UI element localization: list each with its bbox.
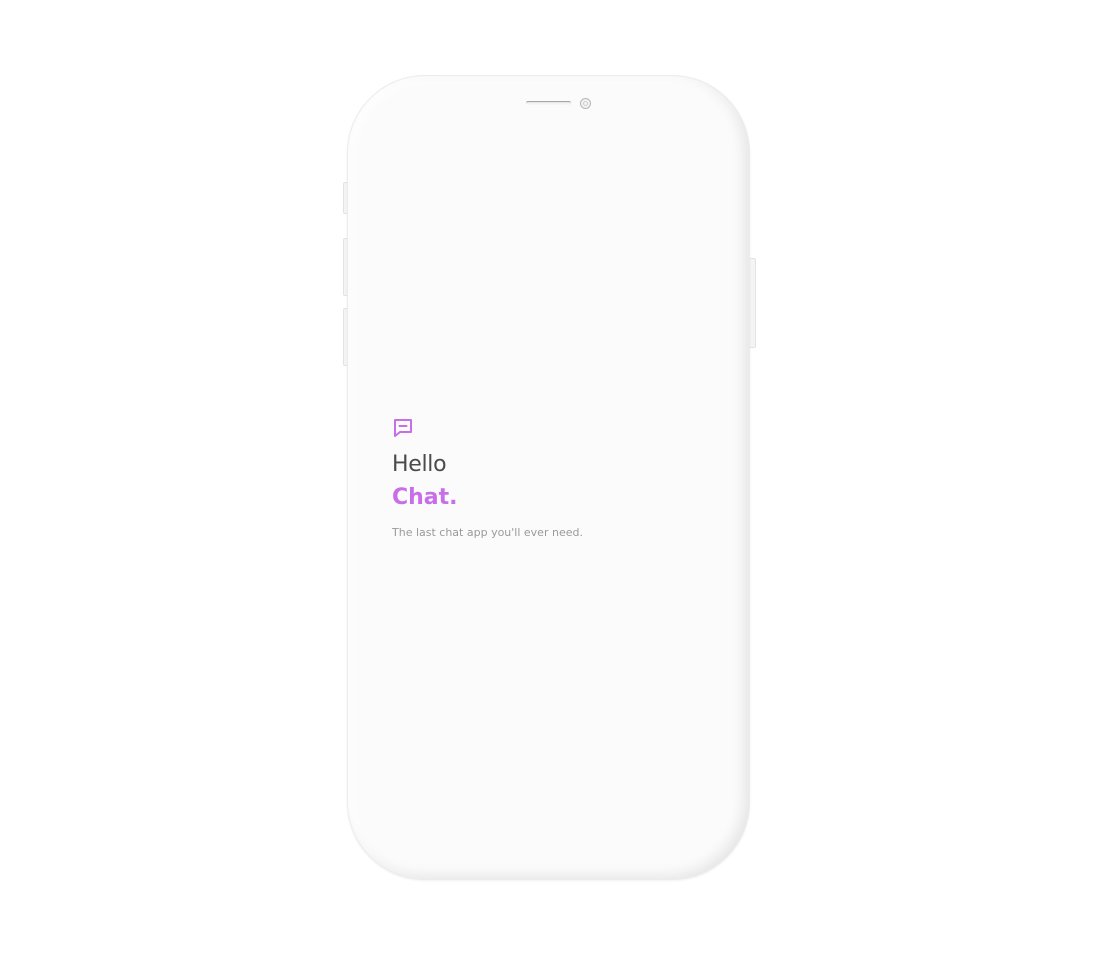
- greeting-heading: Hello: [392, 452, 447, 477]
- mockup-stage: Hello Chat. The last chat app you'll eve…: [0, 0, 1097, 955]
- app-name-heading: Chat.: [392, 485, 458, 510]
- phone-frame: Hello Chat. The last chat app you'll eve…: [347, 75, 750, 880]
- front-camera: [580, 98, 591, 109]
- splash-content: Hello Chat. The last chat app you'll eve…: [392, 417, 712, 540]
- chat-bubble-icon: [394, 419, 412, 437]
- power-button: [749, 258, 756, 348]
- earpiece-speaker: [526, 101, 571, 105]
- tagline-text: The last chat app you'll ever need.: [392, 526, 583, 539]
